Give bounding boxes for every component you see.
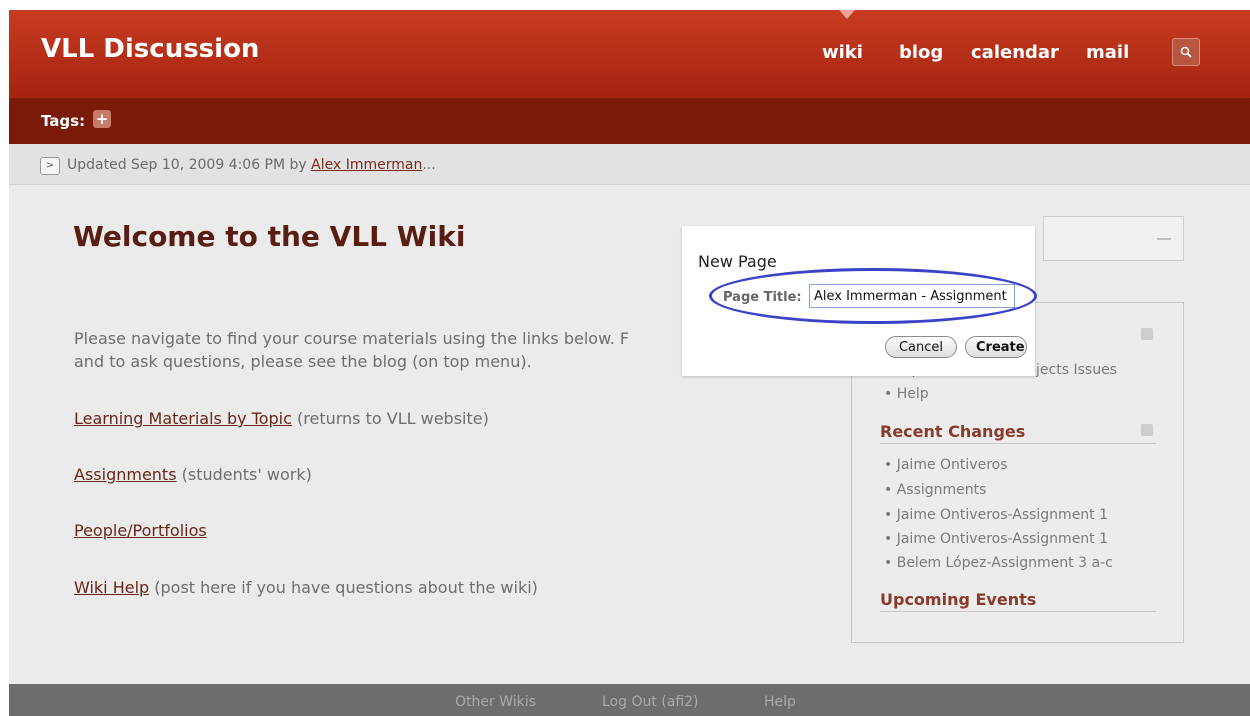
create-button[interactable]: Create [965, 336, 1027, 358]
cancel-button[interactable]: Cancel [885, 336, 957, 358]
page-title-input[interactable] [809, 284, 1015, 308]
modal-overlay [9, 10, 1250, 716]
app-window: VLL Discussion wiki blog calendar mail T… [9, 10, 1250, 716]
page-title-label: Page Title: [723, 290, 802, 305]
dialog-title: New Page [698, 252, 777, 271]
new-page-dialog: New Page Page Title: Cancel Create [682, 226, 1037, 376]
